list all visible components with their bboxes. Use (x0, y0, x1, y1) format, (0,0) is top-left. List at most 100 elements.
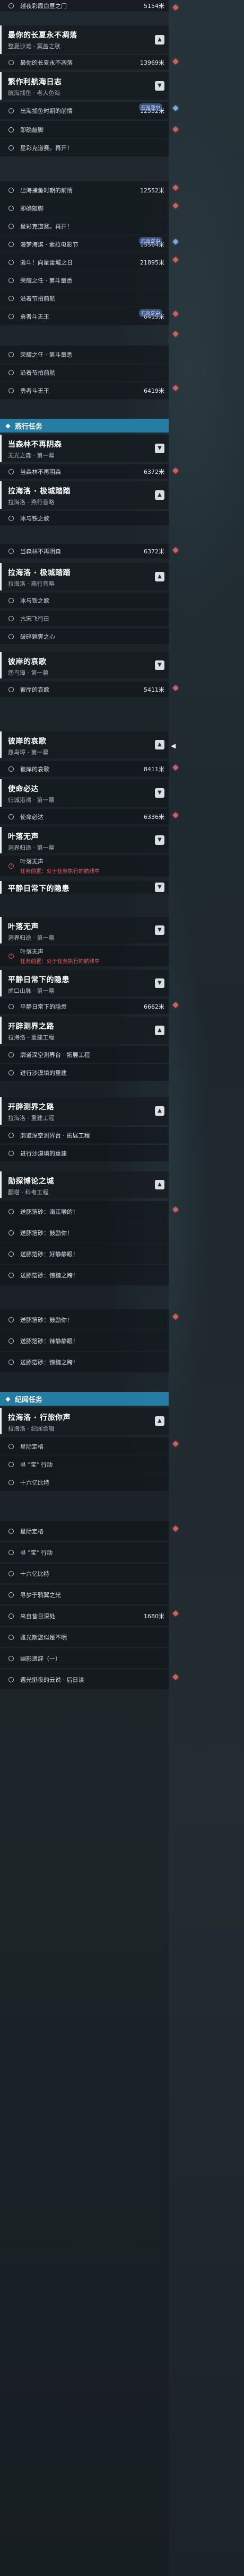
chevron-icon[interactable]: ▲ (155, 740, 164, 749)
quest-step[interactable]: 星彩克道赛。再开！ (0, 217, 169, 235)
quest-step[interactable]: 荣耀之任 · 第斗量悉 (0, 271, 169, 289)
chevron-icon[interactable]: ▼ (155, 660, 164, 670)
quest-step[interactable]: 十六亿比特 (0, 1474, 169, 1492)
tracking-badge: 在巡逻中 (138, 237, 162, 245)
quest-step[interactable]: 当森林不再阴森 6372米 (0, 464, 169, 479)
quest-step[interactable]: 冰与铁之歌 (0, 593, 169, 608)
quest-step[interactable]: 进行沙漠填的重建 (0, 1064, 169, 1081)
quest-title: 拉海洛 · 极城踏踏 (8, 569, 71, 577)
quest-step[interactable]: 出海捕鱼时期的前情12552米在巡逻中 (0, 102, 169, 120)
status-circle-icon (8, 1317, 14, 1322)
quest-header[interactable]: 拉海洛 · 极城踏踏 拉海洛 · 燕行音略 ▲ (0, 563, 169, 590)
quest-step[interactable]: 十六亿比特 (0, 1564, 169, 1584)
quest-step[interactable]: 出海捕鱼时期的前情 12552米 (0, 181, 169, 199)
chevron-icon[interactable]: ▲ (155, 490, 164, 500)
quest-step[interactable]: 越夜彩霞白昼之门 5154米 (0, 0, 169, 12)
status-circle-icon (8, 369, 14, 375)
warning-icon: ! (8, 863, 14, 869)
quest-header[interactable]: 繁作利航海日志 航海捕鱼 · 老人鱼海 ▼ (0, 72, 169, 100)
quest-step[interactable]: 沿着节拍前航 (0, 289, 169, 307)
tracking-badge: 在巡逻中 (138, 103, 162, 111)
quest-step[interactable]: 廓道深空测界台 · 拓展工程 (0, 1046, 169, 1063)
quest-step[interactable]: 激斗！向星雷城之日 21895米 (0, 253, 169, 271)
quest-step[interactable]: 送豚箔砂：惊魏之跨！ (0, 1265, 169, 1286)
quest-step[interactable]: 进行沙漠填的重建 (0, 1145, 169, 1162)
quest-step[interactable]: 使命必达 6336米 (0, 809, 169, 825)
quest-step[interactable]: 遇光挺夜的云说 · 后日读 (0, 1670, 169, 1690)
chevron-icon[interactable]: ▲ (155, 1026, 164, 1035)
quest-step[interactable]: 即确敲脚 (0, 121, 169, 139)
quest-step[interactable]: 破碎魅霁之心 (0, 629, 169, 645)
quest-step[interactable]: 送豚箔砂：滴江喉的！ (0, 1201, 169, 1222)
quest-step-label: 彼岸的哀歌 (20, 765, 49, 773)
chevron-icon[interactable]: ▲ (155, 1180, 164, 1189)
quest-step[interactable]: 来自昔日深处 1680米 (0, 1606, 169, 1626)
chevron-icon[interactable]: ▼ (155, 835, 164, 845)
quest-step[interactable]: 廓道深空测界台 · 拓展工程 (0, 1127, 169, 1144)
section-header: ◆ 燕行任务 (0, 419, 169, 433)
quest-step[interactable]: ! 叶落无声 任务前置：处于任务执行的航线中 (0, 946, 169, 967)
quest-header[interactable]: 最你的长夏永不凋落 整夏沙滩 · 冥盖之歌 ▲ (0, 25, 169, 54)
quest-step[interactable]: 送豚箔砂：辣静静眼！ (0, 1330, 169, 1352)
quest-step[interactable]: 送豚箔砂：惊魏之跨！ (0, 1352, 169, 1373)
quest-step[interactable]: 幽影遗辞（一） (0, 1648, 169, 1669)
quest-list[interactable]: 越夜彩霞白昼之门 5154米 最你的长夏永不凋落 整夏沙滩 · 冥盖之歌 ▲ 最你的长夏永… (0, 0, 169, 2576)
quest-step[interactable]: 平静日常下的隐患 6662米 (0, 999, 169, 1014)
chevron-icon[interactable]: ▲ (155, 1106, 164, 1116)
quest-step[interactable]: 沿着节拍前航 (0, 364, 169, 382)
quest-step[interactable]: 亢宋飞行日 (0, 611, 169, 627)
quest-step[interactable]: 荣耀之任 · 第斗量悉 (0, 346, 169, 364)
quest-step[interactable]: 送豚箔砂：鼓励你！ (0, 1222, 169, 1243)
chevron-icon[interactable]: ▼ (155, 925, 164, 935)
chevron-icon[interactable]: ▼ (155, 81, 164, 91)
section-header: ◆ 纪闻任务 (0, 1392, 169, 1406)
quest-step[interactable]: 彼岸的哀歌 5411米 (0, 682, 169, 698)
collapse-arrow-icon[interactable]: ◀ (171, 742, 176, 749)
quest-step[interactable]: 勇者斗无王 6419米 (0, 382, 169, 400)
quest-header[interactable]: 叶落无声 洞界归途 · 第一幕 ▼ (0, 827, 169, 853)
quest-step[interactable]: 送豚箔砂：好静静眼！ (0, 1243, 169, 1265)
quest-step[interactable]: 雅光斯您似是不明 (0, 1627, 169, 1647)
chevron-icon[interactable]: ▲ (155, 1416, 164, 1426)
quest-header[interactable]: 叶落无声 洞界归途 · 第一幕 ▼ (0, 917, 169, 943)
chevron-icon[interactable]: ▲ (155, 572, 164, 581)
quest-step[interactable]: 星彩克道赛。再开！ (0, 139, 169, 157)
quest-header[interactable]: 拉海洛 · 极城踏踏 拉海洛 · 燕行音略 ▲ (0, 481, 169, 509)
quest-step[interactable]: 星际定格 (0, 1521, 169, 1541)
quest-header[interactable]: 彼岸的哀歌 怨鸟璋 · 第一幕 ▲ (0, 731, 169, 758)
quest-step[interactable]: 送豚箔砂：鼓励你！ (0, 1309, 169, 1330)
quest-step[interactable]: 彼岸的哀歌 8411米 (0, 761, 169, 777)
quest-step-label: 勇者斗无王 (20, 387, 49, 394)
quest-step-label: 进行沙漠填的重建 (20, 1069, 67, 1077)
quest-step[interactable]: ! 叶落无声 任务前置：处于任务执行的航线中 (0, 855, 169, 877)
quest-header[interactable]: 彼岸的哀歌 怨鸟璋 · 第一幕 ▼ (0, 652, 169, 678)
status-circle-icon (8, 1132, 14, 1138)
quest-step-label: 彼岸的哀歌 (20, 686, 49, 693)
quest-header[interactable]: 平静日常下的隐患 ▼ (0, 881, 169, 894)
chevron-icon[interactable]: ▲ (155, 35, 164, 45)
quest-header[interactable]: 平静日常下的隐患 虎口山脉 · 第一幕 ▼ (0, 970, 169, 996)
chevron-icon[interactable]: ▼ (155, 883, 164, 892)
quest-header[interactable]: 勋探博论之城 翻塔 · 科考工程 ▲ (0, 1171, 169, 1198)
quest-header[interactable]: 开辟测界之路 拉海洛 · 重建工程 ▲ (0, 1097, 169, 1125)
quest-step[interactable]: 勇者斗无王6419米在巡逻中 (0, 307, 169, 325)
quest-step[interactable]: 寻 "宝" 行动 (0, 1542, 169, 1563)
quest-step[interactable]: 当森林不再阴森 6372米 (0, 544, 169, 559)
quest-step-label: 最你的长夏永不凋落 (20, 59, 73, 66)
quest-step[interactable]: 寻梦于鸦翼之光 (0, 1585, 169, 1605)
chevron-icon[interactable]: ▼ (155, 978, 164, 988)
quest-step[interactable]: 寻 "宝" 行动 (0, 1455, 169, 1474)
quest-header[interactable]: 开辟测界之路 拉海洛 · 重建工程 ▲ (0, 1017, 169, 1044)
chevron-icon[interactable]: ▼ (155, 444, 164, 453)
quest-step[interactable]: 漫梦海滨 · 素拉电影节15564米在巡逻中 (0, 235, 169, 253)
quest-header[interactable]: 当森林不再阴森 无光之森 · 第一幕 ▼ (0, 435, 169, 462)
quest-step-label: 送豚箔砂：滴江喉的！ (20, 1208, 79, 1215)
quest-step[interactable]: 最你的长夏永不凋落 13969米 (0, 55, 169, 70)
quest-step[interactable]: 冰与铁之歌 (0, 511, 169, 526)
chevron-icon[interactable]: ▼ (155, 788, 164, 798)
quest-step[interactable]: 即确敲脚 (0, 199, 169, 217)
quest-step[interactable]: 星际定格 (0, 1437, 169, 1455)
section-title: 燕行任务 (15, 422, 43, 431)
quest-header[interactable]: 使命必达 归城港湾 · 第一幕 ▼ (0, 779, 169, 807)
quest-header[interactable]: 拉海洛 · 行旅你声 拉海洛 · 纪闻合辑 ▲ (0, 1408, 169, 1434)
